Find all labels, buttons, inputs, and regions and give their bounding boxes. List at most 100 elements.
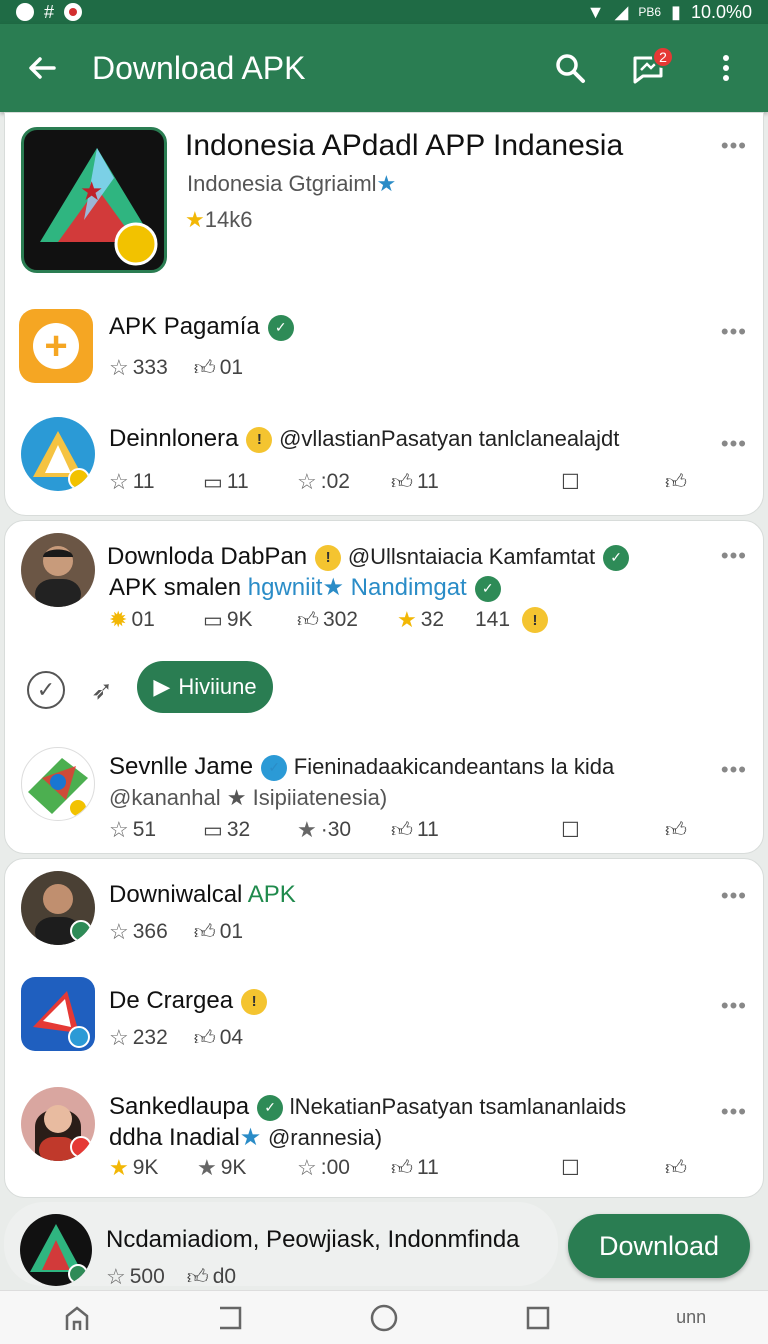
mini-item-title: Ncdamiadiom, Peowjiask, Indonmfinda bbox=[106, 1226, 520, 1253]
thumb-up-icon: 👍︎ bbox=[391, 1157, 413, 1180]
back-button[interactable] bbox=[20, 46, 64, 90]
item-title: De Crargea! bbox=[109, 987, 268, 1015]
check-circle-icon[interactable]: ✓ bbox=[27, 671, 65, 709]
thumb-up-icon: 👍︎ bbox=[186, 1266, 209, 1289]
emoji-icon: ! bbox=[246, 426, 273, 453]
star-icon: ★ bbox=[239, 1124, 262, 1151]
play-icon: ▶ bbox=[153, 674, 171, 699]
recents-nav[interactable] bbox=[508, 1296, 568, 1340]
star-icon: ★ bbox=[109, 1155, 129, 1180]
hash-icon: # bbox=[44, 1, 55, 22]
more-options-icon[interactable]: ••• bbox=[721, 319, 747, 345]
star-outline-icon: ☆ bbox=[109, 1025, 129, 1050]
more-options-icon[interactable]: ••• bbox=[721, 883, 747, 909]
app-list-card: Downiwalcal APK ☆ 366 👍︎ 01 ••• De Crargea… bbox=[4, 858, 764, 1198]
item-stats: ☆ 11 ▭ 11 ☆:02 👍︎ 11 ☐ 👍︎ bbox=[109, 469, 687, 495]
user-avatar bbox=[21, 1087, 95, 1161]
back-nav[interactable] bbox=[200, 1296, 260, 1340]
search-button[interactable] bbox=[548, 46, 592, 90]
account-nav[interactable]: unn bbox=[661, 1296, 721, 1340]
share-icon[interactable]: ➶ bbox=[83, 671, 121, 709]
list-item[interactable]: Downiwalcal APK ☆ 366 👍︎ 01 ••• bbox=[5, 859, 763, 959]
item-stats: ☆ 366 👍︎ 01 bbox=[109, 919, 244, 944]
item-title: APK Pagamía ✓ bbox=[109, 313, 294, 341]
item-stats: ☆ 232 👍︎ 04 bbox=[109, 1025, 244, 1050]
wifi-icon: ▼ bbox=[586, 1, 605, 22]
list-item[interactable]: Sevnlle Jame ✓ Fieninadaakicandeantans la… bbox=[5, 745, 763, 855]
item-stats: ★ 9K ★ 9K ☆:00 👍︎ 11 ☐ 👍︎ bbox=[109, 1155, 687, 1181]
list-item[interactable]: + APK Pagamía ✓ ☆ 333 👍︎ 01 ••• bbox=[5, 299, 763, 399]
item-title: Sevnlle Jame ✓ Fieninadaakicandeantans la… bbox=[109, 753, 615, 781]
app-avatar bbox=[20, 1214, 92, 1286]
thumb-up-icon: 👍︎ bbox=[391, 471, 413, 494]
star-outline-icon: ☆ bbox=[109, 817, 129, 842]
navigation-bar: unn bbox=[0, 1290, 768, 1344]
featured-rating: 14k6 bbox=[204, 207, 253, 232]
download-button[interactable]: Download bbox=[568, 1214, 750, 1278]
star-outline-icon: ☆ bbox=[109, 355, 129, 380]
more-options-icon[interactable]: ••• bbox=[721, 1099, 747, 1125]
star-icon: ★ bbox=[185, 207, 205, 232]
star-outline-icon: ☆ bbox=[109, 469, 129, 494]
star-icon: ★ bbox=[226, 785, 247, 810]
bookmark-icon[interactable]: ☐ bbox=[561, 470, 665, 495]
app-icon bbox=[21, 977, 95, 1051]
triangle-logo-icon bbox=[33, 431, 90, 490]
signal-label: PB6 bbox=[638, 5, 662, 19]
app-bar: Download APK 2 bbox=[0, 24, 768, 112]
app-avatar bbox=[21, 417, 95, 491]
triangle-logo-icon: ★ bbox=[40, 148, 158, 266]
emoji-icon: ! bbox=[241, 988, 268, 1015]
overflow-menu-button[interactable] bbox=[704, 46, 748, 90]
star-outline-icon: ☆ bbox=[106, 1264, 126, 1289]
verified-icon: ✓ bbox=[267, 314, 294, 341]
app-list-card: ★ Indonesia APdadl APP Indanesia Indones… bbox=[4, 112, 764, 516]
comment-icon: ▭ bbox=[203, 470, 223, 494]
more-options-icon[interactable]: ••• bbox=[721, 993, 747, 1019]
app-list-card: Downloda DabPan! @Ullsntaiacia Kamfamtat… bbox=[4, 520, 764, 854]
list-item[interactable]: Deinnlonera! @vllastianPasatyan tanlclan… bbox=[5, 411, 763, 511]
item-stats: ☆ 51 ▭ 32 ★ ·30 👍︎ 11 ☐ 👍︎ bbox=[109, 817, 687, 843]
star-outline-icon: ☆ bbox=[109, 919, 129, 944]
status-bar: # ▼ ◢ PB6 ▮ 10.0%0 bbox=[0, 0, 768, 24]
bookmark-icon[interactable]: ☐ bbox=[561, 1156, 665, 1181]
thumb-up-icon: 👍︎ bbox=[193, 1027, 216, 1050]
more-options-icon[interactable]: ••• bbox=[721, 431, 747, 457]
star-outline-icon: ☆ bbox=[297, 469, 317, 494]
featured-rating-line: ★14k6 bbox=[185, 207, 252, 233]
bookmark-icon[interactable]: ☐ bbox=[561, 818, 665, 843]
list-item[interactable]: De Crargea! ☆ 232 👍︎ 04 ••• bbox=[5, 969, 763, 1069]
square-icon bbox=[526, 1306, 549, 1329]
notification-badge: 2 bbox=[652, 46, 674, 68]
verified-icon: ✓ bbox=[257, 1094, 284, 1121]
signal-icon: ◢ bbox=[614, 1, 629, 22]
like-icon[interactable]: 👍︎ bbox=[665, 1155, 687, 1181]
battery-percent: 10.0%0 bbox=[690, 1, 752, 22]
battery-icon: ▮ bbox=[671, 1, 681, 22]
thumb-up-icon: 👍︎ bbox=[391, 819, 413, 842]
more-options-icon[interactable]: ••• bbox=[721, 133, 747, 159]
mini-download-card[interactable]: Ncdamiadiom, Peowjiask, Indonmfinda ☆ 500… bbox=[4, 1202, 558, 1289]
featured-app-row[interactable]: ★ Indonesia APdadl APP Indanesia Indones… bbox=[5, 113, 763, 283]
app-notification-icon bbox=[16, 3, 34, 21]
comment-icon: ▭ bbox=[203, 818, 223, 842]
featured-developer-line: Indonesia Gtgriaiml★ bbox=[187, 171, 396, 197]
home-circle-nav[interactable] bbox=[354, 1296, 414, 1340]
featured-app-icon: ★ bbox=[21, 127, 167, 273]
item-subtitle: @kananhal ★ Isipiiatenesia) bbox=[109, 785, 388, 810]
featured-app-title: Indonesia APdadl APP Indanesia bbox=[185, 129, 624, 162]
more-options-icon[interactable]: ••• bbox=[721, 757, 747, 783]
list-item[interactable]: Sankedlaupa ✓ lNekatianPasatyan tsamlanan… bbox=[5, 1081, 763, 1191]
home-nav[interactable] bbox=[47, 1296, 107, 1340]
search-icon bbox=[556, 54, 585, 83]
play-button[interactable]: ▶ Hiviiune bbox=[137, 661, 273, 713]
plus-app-icon: + bbox=[19, 309, 93, 383]
item-title: Sankedlaupa ✓ lNekatianPasatyan tsamlanan… bbox=[109, 1093, 627, 1121]
star-outline-icon: ★ bbox=[297, 817, 317, 842]
action-row: ✓ ➶ ▶ Hiviiune bbox=[5, 521, 763, 721]
like-icon[interactable]: 👍︎ bbox=[665, 817, 687, 843]
notifications-button[interactable]: 2 bbox=[626, 46, 674, 90]
star-icon: ★ bbox=[197, 1155, 217, 1180]
item-subtitle: ddha Inadial★ @rannesia) bbox=[109, 1124, 383, 1151]
like-icon[interactable]: 👍︎ bbox=[665, 469, 687, 495]
